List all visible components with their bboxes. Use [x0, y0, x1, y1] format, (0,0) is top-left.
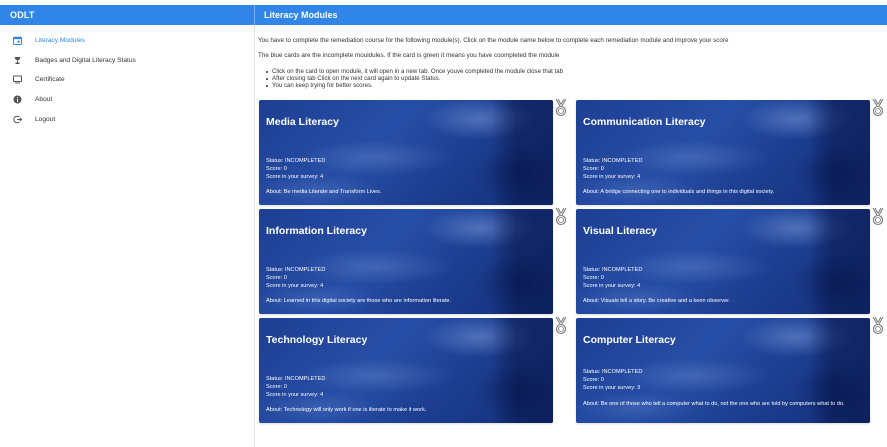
medal-icon	[555, 207, 567, 226]
module-score: Score: 0	[266, 166, 287, 172]
monitor-icon	[12, 74, 22, 84]
module-score: Score: 0	[583, 377, 604, 383]
sidebar-item-badges[interactable]: Badges and Digital Literacy Status	[0, 50, 254, 70]
module-survey-score: Score in your survey: 4	[583, 283, 641, 289]
module-title: Communication Literacy	[583, 116, 706, 128]
sidebar-item-about[interactable]: About	[0, 89, 254, 109]
module-status: Status: INCOMPLETED	[266, 376, 326, 382]
module-status: Status: INCOMPLETED	[583, 369, 643, 375]
module-about: About: Be media Literate and Transform L…	[266, 189, 382, 195]
module-about: About: Visuals tell a story. Be creative…	[583, 298, 731, 304]
module-title: Visual Literacy	[583, 225, 657, 237]
sidebar-item-literacy-modules[interactable]: Literacy Modules	[0, 30, 254, 50]
module-status: Status: INCOMPLETED	[583, 158, 643, 164]
main-content: You have to complete the remediation cou…	[258, 25, 887, 447]
sidebar-item-certificate[interactable]: Certificate	[0, 69, 254, 89]
module-card-computer-literacy[interactable]: Computer Literacy Status: INCOMPLETED Sc…	[576, 318, 870, 423]
module-status: Status: INCOMPLETED	[266, 267, 326, 273]
sidebar-item-label: Certificate	[35, 75, 65, 83]
sidebar-item-label: About	[35, 95, 53, 103]
module-status: Status: INCOMPLETED	[266, 158, 326, 164]
top-bar: ODLT Literacy Modules	[0, 5, 887, 25]
module-about: About: Technology will only work if one …	[266, 407, 427, 413]
module-survey-score: Score in your survey: 3	[583, 385, 641, 391]
trophy-icon	[12, 55, 22, 65]
app-brand: ODLT	[10, 10, 35, 20]
module-survey-score: Score in your survey: 4	[266, 174, 324, 180]
calendar-icon	[12, 35, 22, 45]
topbar-divider	[254, 5, 255, 25]
medal-icon	[872, 207, 884, 226]
sidebar-item-label: Literacy Modules	[35, 36, 85, 44]
medal-icon	[872, 316, 884, 335]
module-survey-score: Score in your survey: 4	[266, 392, 324, 398]
module-card-media-literacy[interactable]: Media Literacy Status: INCOMPLETED Score…	[259, 100, 553, 205]
module-survey-score: Score in your survey: 4	[266, 283, 324, 289]
sidebar-item-logout[interactable]: Logout	[0, 109, 254, 129]
module-title: Computer Literacy	[583, 334, 676, 346]
module-card-communication-literacy[interactable]: Communication Literacy Status: INCOMPLET…	[576, 100, 870, 205]
module-about: About: Learned in this digital society a…	[266, 298, 452, 304]
logout-icon	[12, 114, 22, 124]
instruction-item: You can keep trying for better scores.	[266, 82, 563, 89]
module-title: Media Literacy	[266, 116, 339, 128]
instruction-list: Click on the card to open module, it wil…	[266, 68, 563, 89]
module-about: About: Be one of those who tell a comput…	[583, 401, 845, 407]
module-card-technology-literacy[interactable]: Technology Literacy Status: INCOMPLETED …	[259, 318, 553, 423]
module-score: Score: 0	[266, 275, 287, 281]
module-card-information-literacy[interactable]: Information Literacy Status: INCOMPLETED…	[259, 209, 553, 314]
sidebar-item-label: Logout	[35, 115, 56, 123]
intro-text: You have to complete the remediation cou…	[258, 37, 729, 44]
instruction-item: Click on the card to open module, it wil…	[266, 68, 563, 75]
app-root: ODLT Literacy Modules Literacy Modules B…	[0, 0, 887, 447]
info-icon	[12, 94, 22, 104]
module-score: Score: 0	[583, 166, 604, 172]
module-card-visual-literacy[interactable]: Visual Literacy Status: INCOMPLETED Scor…	[576, 209, 870, 314]
module-score: Score: 0	[266, 384, 287, 390]
instruction-item: After closing tab Click on the next card…	[266, 75, 563, 82]
sidebar-item-label: Badges and Digital Literacy Status	[35, 56, 136, 64]
medal-icon	[872, 98, 884, 117]
module-about: About: A bridge connecting one to indivi…	[583, 189, 775, 195]
page-title: Literacy Modules	[264, 10, 338, 20]
medal-icon	[555, 316, 567, 335]
module-title: Information Literacy	[266, 225, 367, 237]
module-score: Score: 0	[583, 275, 604, 281]
medal-icon	[555, 98, 567, 117]
module-title: Technology Literacy	[266, 334, 368, 346]
intro-note: The blue cards are the incomplete mouldu…	[258, 52, 560, 59]
module-survey-score: Score in your survey: 4	[583, 174, 641, 180]
module-status: Status: INCOMPLETED	[583, 267, 643, 273]
sidebar: Literacy Modules Badges and Digital Lite…	[0, 25, 255, 447]
